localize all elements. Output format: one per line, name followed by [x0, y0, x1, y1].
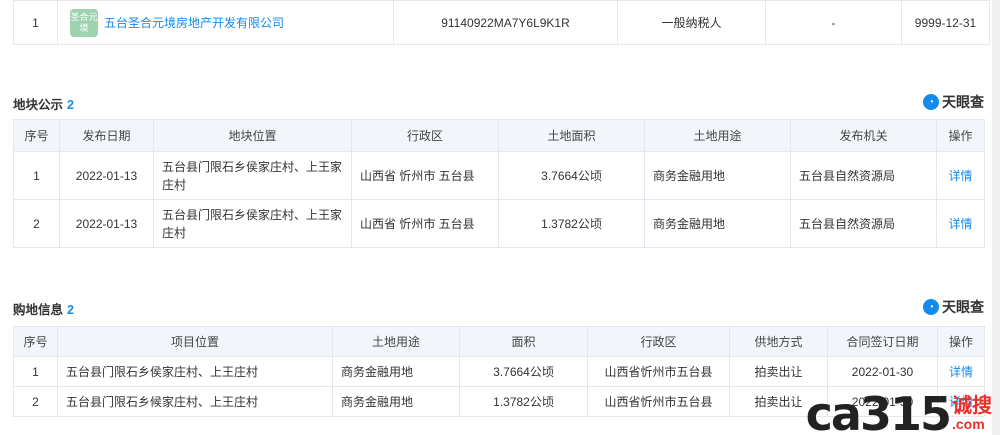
authority: 五台县自然资源局	[790, 199, 937, 248]
land-use: 商务金融用地	[332, 356, 460, 387]
land-notice-title: 地块公示 2	[13, 94, 74, 113]
valid-until: 9999-12-31	[901, 0, 990, 45]
placeholder-value: -	[765, 0, 902, 45]
detail-link[interactable]: 详情	[949, 365, 973, 379]
detail-link[interactable]: 详情	[948, 169, 972, 183]
col-header: 发布机关	[790, 119, 937, 152]
company-logo: 圣合元境	[70, 8, 98, 37]
tianyancha-brand[interactable]: ◔ 天眼查	[923, 92, 984, 112]
section-title-text: 购地信息	[13, 303, 64, 317]
col-header: 序号	[13, 326, 58, 357]
row-index: 2	[13, 386, 58, 417]
section-title-text: 地块公示	[13, 98, 64, 112]
table-header-row: 序号 项目位置 土地用途 面积 行政区 供地方式 合同签订日期 操作	[13, 326, 985, 357]
tianyancha-brand[interactable]: ◔ 天眼查	[923, 297, 984, 317]
project-location: 五台县门限石乡候家庄村、上王庄村	[57, 386, 333, 417]
land-location: 五台县门限石乡侯家庄村、上王家庄村	[153, 199, 352, 248]
land-location: 五台县门限石乡侯家庄村、上王家庄村	[153, 151, 352, 200]
row-index: 1	[13, 356, 58, 387]
col-header: 土地用途	[644, 119, 791, 152]
col-header: 行政区	[351, 119, 499, 152]
brand-name: 天眼查	[942, 94, 984, 110]
land-use: 商务金融用地	[332, 386, 460, 417]
district: 山西省 忻州市 五台县	[351, 199, 499, 248]
section-count: 2	[67, 98, 74, 112]
district: 山西省忻州市五台县	[587, 386, 730, 417]
table-header-row: 序号 发布日期 地块位置 行政区 土地面积 土地用途 发布机关 操作	[13, 119, 985, 152]
table-row: 1 2022-01-13 五台县门限石乡侯家庄村、上王家庄村 山西省 忻州市 五…	[13, 151, 985, 200]
detail-link[interactable]: 详情	[948, 217, 972, 231]
company-name-link[interactable]: 五台圣合元境房地产开发有限公司	[104, 14, 284, 31]
project-location: 五台县门限石乡侯家庄村、上王庄村	[57, 356, 333, 387]
row-index: 1	[13, 151, 60, 200]
row-index: 2	[13, 199, 60, 248]
land-area: 3.7664公顷	[459, 356, 588, 387]
land-area: 3.7664公顷	[498, 151, 645, 200]
contract-date: 2022-01-30	[827, 356, 938, 387]
table-row: 1 五台县门限石乡侯家庄村、上王庄村 商务金融用地 3.7664公顷 山西省忻州…	[13, 356, 985, 387]
scrollbar-track[interactable]	[992, 0, 1000, 435]
col-header: 序号	[13, 119, 60, 152]
credit-code: 91140922MA7Y6L9K1R	[393, 0, 618, 45]
detail-cell: 详情	[937, 356, 985, 387]
authority: 五台县自然资源局	[790, 151, 937, 200]
brand-name: 天眼查	[942, 299, 984, 315]
district: 山西省忻州市五台县	[587, 356, 730, 387]
col-header: 供地方式	[729, 326, 828, 357]
col-header: 合同签订日期	[827, 326, 938, 357]
watermark-main: ca315	[805, 387, 952, 435]
supply-method: 拍卖出让	[729, 356, 828, 387]
row-index: 1	[13, 0, 58, 45]
detail-cell: 详情	[936, 199, 985, 248]
land-use: 商务金融用地	[644, 199, 791, 248]
col-header: 土地面积	[498, 119, 645, 152]
company-table: 1 圣合元境 五台圣合元境房地产开发有限公司 91140922MA7Y6L9K1…	[13, 0, 990, 45]
land-area: 1.3782公顷	[498, 199, 645, 248]
col-header: 发布日期	[59, 119, 154, 152]
table-row: 2 2022-01-13 五台县门限石乡侯家庄村、上王家庄村 山西省 忻州市 五…	[13, 199, 985, 248]
watermark-com: .com	[952, 416, 985, 432]
col-header: 地块位置	[153, 119, 352, 152]
land-area: 1.3782公顷	[459, 386, 588, 417]
land-notice-table: 序号 发布日期 地块位置 行政区 土地面积 土地用途 发布机关 操作 1 202…	[13, 119, 985, 248]
publish-date: 2022-01-13	[59, 199, 154, 248]
land-purchase-title: 购地信息 2	[13, 299, 74, 318]
tianyancha-logo-icon: ◔	[923, 299, 939, 315]
col-header: 土地用途	[332, 326, 460, 357]
table-row: 1 圣合元境 五台圣合元境房地产开发有限公司 91140922MA7Y6L9K1…	[13, 0, 990, 45]
site-watermark: ca315 诚搜 .com	[805, 387, 992, 435]
watermark-cn: 诚搜	[952, 395, 992, 417]
col-header: 项目位置	[57, 326, 333, 357]
col-header: 操作	[937, 326, 985, 357]
company-cell: 圣合元境 五台圣合元境房地产开发有限公司	[57, 0, 394, 45]
col-header: 操作	[936, 119, 985, 152]
land-use: 商务金融用地	[644, 151, 791, 200]
col-header: 行政区	[587, 326, 730, 357]
col-header: 面积	[459, 326, 588, 357]
publish-date: 2022-01-13	[59, 151, 154, 200]
tianyancha-logo-icon: ◔	[923, 94, 939, 110]
taxpayer-type: 一般纳税人	[617, 0, 766, 45]
detail-cell: 详情	[936, 151, 985, 200]
section-count: 2	[67, 303, 74, 317]
district: 山西省 忻州市 五台县	[351, 151, 499, 200]
